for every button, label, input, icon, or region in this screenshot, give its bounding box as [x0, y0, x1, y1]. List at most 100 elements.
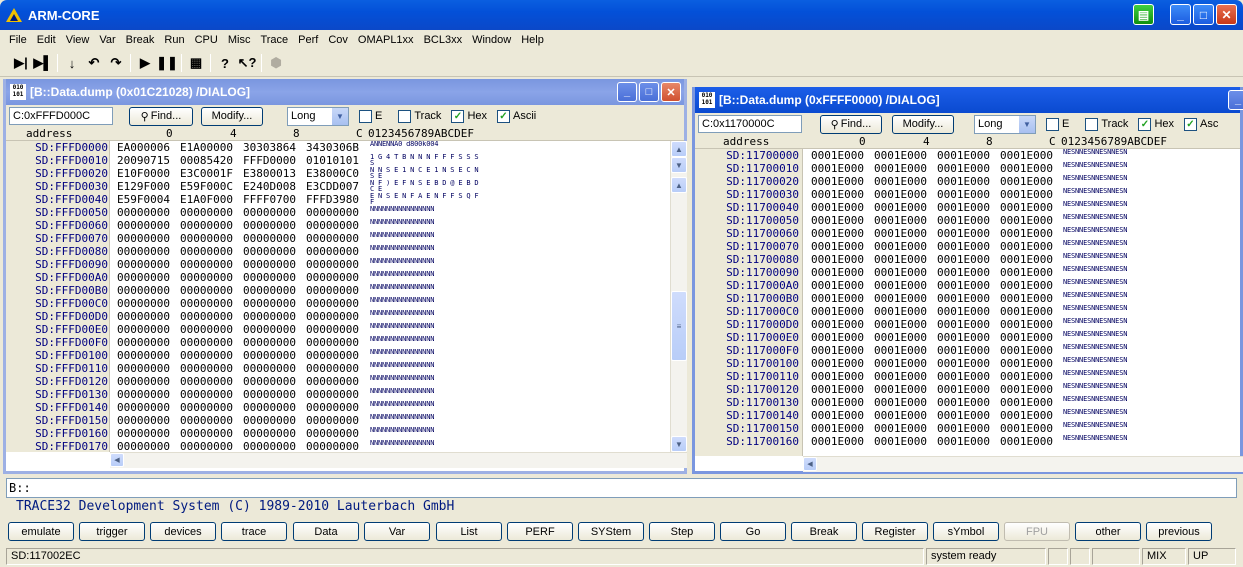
row-word[interactable]: 00000000: [243, 271, 296, 284]
table-row[interactable]: SD:11700050 0001E000 0001E000 0001E000 0001E…: [695, 214, 1243, 227]
row-ascii[interactable]: NESNNESNNESNNESN: [1063, 149, 1175, 162]
checkbox-box[interactable]: [398, 109, 412, 123]
row-word[interactable]: 00000000: [243, 414, 296, 427]
row-word[interactable]: 00000000: [306, 297, 359, 310]
table-row[interactable]: SD:FFFD0000 EA000006 E1A00000 30303864 34303…: [6, 141, 670, 154]
checkbox-e[interactable]: E: [1046, 117, 1069, 131]
checkbox-box[interactable]: [1046, 117, 1059, 131]
row-word[interactable]: 0001E000: [811, 162, 864, 175]
table-row[interactable]: SD:FFFD0140 00000000 00000000 00000000 00000…: [6, 401, 670, 414]
row-word[interactable]: 0001E000: [874, 149, 927, 162]
row-ascii[interactable]: NESNNESNNESNNESN: [1063, 435, 1175, 448]
menu-cpu[interactable]: CPU: [190, 34, 223, 46]
row-word[interactable]: 0001E000: [874, 292, 927, 305]
menu-help[interactable]: Help: [516, 34, 549, 46]
row-ascii[interactable]: NNNNNNNNNNNNNNNN: [370, 323, 482, 336]
row-word[interactable]: 00000000: [117, 401, 170, 414]
row-word[interactable]: 0001E000: [1000, 396, 1053, 409]
row-word[interactable]: 00000000: [180, 297, 233, 310]
table-row[interactable]: SD:FFFD00E0 00000000 00000000 00000000 00000…: [6, 323, 670, 336]
row-ascii[interactable]: NNNNNNNNNNNNNNNN: [370, 271, 482, 284]
row-word[interactable]: 0001E000: [937, 383, 990, 396]
row-ascii[interactable]: E N S E N F A E N F F S Q F F: [370, 193, 482, 206]
row-word[interactable]: 0001E000: [937, 357, 990, 370]
row-word[interactable]: 00000000: [306, 427, 359, 440]
row-word[interactable]: 00000000: [306, 336, 359, 349]
row-word[interactable]: 0001E000: [1000, 149, 1053, 162]
row-word[interactable]: 00000000: [306, 284, 359, 297]
table-row[interactable]: SD:117000A0 0001E000 0001E000 0001E000 0001E…: [695, 279, 1243, 292]
row-word[interactable]: 00000000: [306, 206, 359, 219]
row-word[interactable]: 00000000: [117, 297, 170, 310]
row-word[interactable]: 0001E000: [1000, 344, 1053, 357]
row-word[interactable]: 00000000: [306, 362, 359, 375]
row-word[interactable]: 0001E000: [937, 409, 990, 422]
softkey-other[interactable]: other: [1075, 522, 1141, 541]
row-ascii[interactable]: NESNNESNNESNNESN: [1063, 409, 1175, 422]
row-word[interactable]: 00000000: [180, 349, 233, 362]
dump-content[interactable]: SD:FFFD0000 EA000006 E1A00000 30303864 34303…: [6, 141, 670, 452]
table-row[interactable]: SD:11700090 0001E000 0001E000 0001E000 0001E…: [695, 266, 1243, 279]
row-word[interactable]: 00000000: [243, 440, 296, 452]
row-word[interactable]: EA000006: [117, 141, 170, 154]
row-word[interactable]: 0001E000: [874, 435, 927, 448]
softkey-fpu[interactable]: FPU: [1004, 522, 1070, 541]
go-icon[interactable]: ▶: [134, 52, 156, 74]
row-word[interactable]: 00000000: [180, 414, 233, 427]
scroll-left-icon[interactable]: ◀: [803, 457, 817, 471]
menu-file[interactable]: File: [4, 34, 32, 46]
row-word[interactable]: 00000000: [117, 427, 170, 440]
close-button[interactable]: ✕: [1216, 4, 1237, 25]
table-row[interactable]: SD:FFFD0010 20090715 00085420 FFFD0000 01010…: [6, 154, 670, 167]
row-word[interactable]: 0001E000: [1000, 201, 1053, 214]
row-ascii[interactable]: NESNNESNNESNNESN: [1063, 201, 1175, 214]
row-word[interactable]: 0001E000: [937, 214, 990, 227]
checkbox-e[interactable]: E: [359, 109, 382, 123]
row-word[interactable]: 00000000: [243, 323, 296, 336]
menu-view[interactable]: View: [61, 34, 95, 46]
table-row[interactable]: SD:FFFD00C0 00000000 00000000 00000000 00000…: [6, 297, 670, 310]
row-word[interactable]: E59F000C: [180, 180, 233, 193]
row-word[interactable]: 0001E000: [937, 227, 990, 240]
row-word[interactable]: E1A0F000: [180, 193, 233, 206]
step-down-icon[interactable]: ↓: [61, 52, 83, 74]
find-button[interactable]: ⚲ Find...: [129, 106, 193, 126]
row-word[interactable]: E3800013: [243, 167, 296, 180]
row-word[interactable]: 0001E000: [874, 279, 927, 292]
row-word[interactable]: 0001E000: [1000, 305, 1053, 318]
row-word[interactable]: 0001E000: [937, 396, 990, 409]
row-word[interactable]: 0001E000: [874, 383, 927, 396]
softkey-break[interactable]: Break: [791, 522, 857, 541]
row-word[interactable]: 0001E000: [874, 266, 927, 279]
row-word[interactable]: 00000000: [180, 232, 233, 245]
row-ascii[interactable]: NNNNNNNNNNNNNNNN: [370, 336, 482, 349]
menu-perf[interactable]: Perf: [293, 34, 323, 46]
row-word[interactable]: 00000000: [117, 219, 170, 232]
help-icon[interactable]: ?: [214, 52, 236, 74]
width-select[interactable]: Long ▼: [974, 114, 1036, 134]
menu-window[interactable]: Window: [467, 34, 516, 46]
row-word[interactable]: 0001E000: [874, 305, 927, 318]
row-word[interactable]: 0001E000: [874, 240, 927, 253]
row-word[interactable]: 0001E000: [937, 331, 990, 344]
table-row[interactable]: SD:11700020 0001E000 0001E000 0001E000 0001E…: [695, 175, 1243, 188]
scroll-thumb[interactable]: ≡: [671, 291, 687, 361]
table-row[interactable]: SD:11700060 0001E000 0001E000 0001E000 0001E…: [695, 227, 1243, 240]
row-word[interactable]: 00000000: [117, 388, 170, 401]
table-row[interactable]: SD:FFFD0060 00000000 00000000 00000000 00000…: [6, 219, 670, 232]
row-word[interactable]: E129F000: [117, 180, 170, 193]
return-icon[interactable]: ↷: [105, 52, 127, 74]
row-word[interactable]: 00000000: [243, 336, 296, 349]
vertical-scrollbar[interactable]: ▲ ▼ ▲ ≡ ▼: [670, 141, 687, 452]
softkey-previous[interactable]: previous: [1146, 522, 1212, 541]
row-word[interactable]: 00000000: [180, 219, 233, 232]
row-word[interactable]: 0001E000: [937, 240, 990, 253]
row-word[interactable]: 0001E000: [874, 201, 927, 214]
row-word[interactable]: 0001E000: [811, 435, 864, 448]
window-minimize-button[interactable]: _: [617, 82, 637, 102]
row-ascii[interactable]: NNNNNNNNNNNNNNNN: [370, 284, 482, 297]
table-row[interactable]: SD:FFFD00F0 00000000 00000000 00000000 00000…: [6, 336, 670, 349]
row-ascii[interactable]: NESNNESNNESNNESN: [1063, 344, 1175, 357]
row-word[interactable]: 0001E000: [811, 214, 864, 227]
step-into-icon[interactable]: ▶|: [10, 52, 32, 74]
